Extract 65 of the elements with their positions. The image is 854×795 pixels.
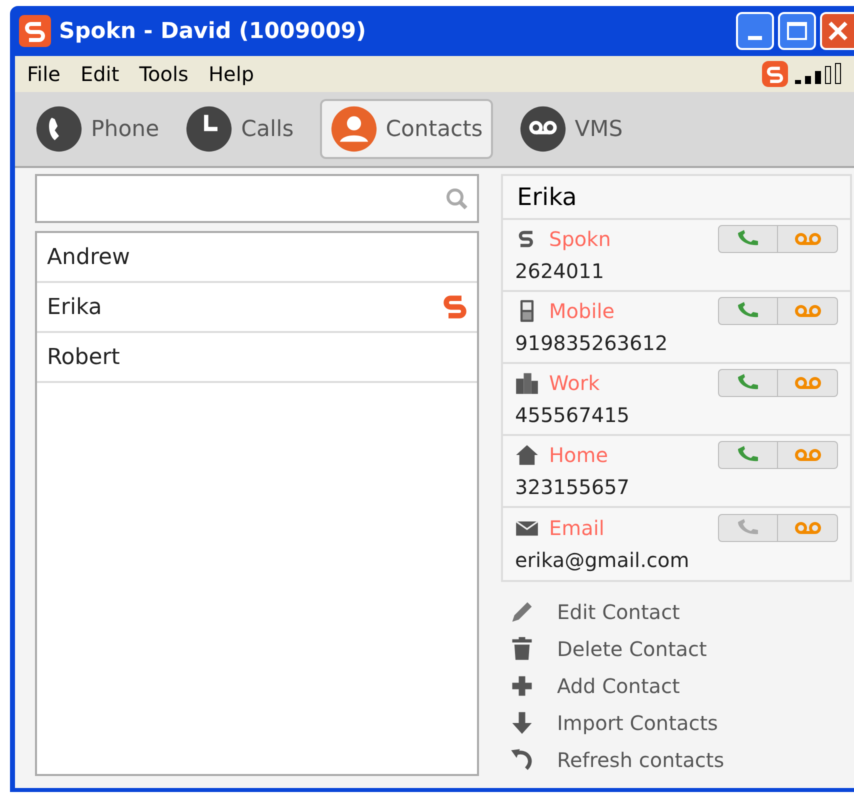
menu-item[interactable]: Help [208, 59, 254, 90]
call-button[interactable] [718, 225, 778, 253]
phone-handset-icon [735, 519, 761, 537]
spokn-logo-icon [443, 294, 467, 320]
contact-list-item[interactable]: Andrew [37, 233, 477, 283]
voicemail-button[interactable] [778, 225, 838, 253]
voicemail-button[interactable] [778, 514, 838, 542]
minimize-button[interactable] [736, 12, 774, 50]
voicemail-icon [794, 304, 822, 318]
search-field[interactable] [35, 174, 479, 223]
signal-strength-icon [794, 63, 842, 86]
phone-handset-icon [35, 105, 83, 154]
tab[interactable]: Contacts [320, 99, 493, 160]
maximize-button[interactable] [778, 12, 816, 50]
entry-label: Email [549, 515, 604, 542]
voicemail-icon [794, 521, 822, 535]
voicemail-button[interactable] [778, 369, 838, 397]
clock-icon [185, 105, 234, 154]
entry-label: Home [549, 442, 608, 469]
contact-list-item[interactable]: Erika [37, 283, 477, 333]
call-button[interactable] [718, 514, 778, 542]
voicemail-icon [518, 105, 567, 154]
window-title: Spokn - David (1009009) [59, 18, 366, 46]
house-icon [515, 443, 539, 467]
tab[interactable]: Phone [35, 99, 160, 160]
action-link[interactable]: Delete Contact [557, 634, 707, 664]
action-link[interactable]: Import Contacts [557, 708, 718, 738]
entry-value: 2624011 [515, 258, 606, 285]
entry-value: 455567415 [515, 402, 631, 429]
undo-arrow-icon [509, 747, 535, 773]
spokn-logo-icon [762, 61, 788, 88]
buildings-icon [515, 371, 539, 395]
entry-label: Spokn [549, 226, 611, 253]
close-button[interactable] [820, 12, 854, 50]
entry-value: 919835263612 [515, 330, 669, 357]
call-button[interactable] [718, 297, 778, 325]
voicemail-icon [794, 232, 822, 246]
person-icon [330, 105, 378, 154]
contact-list-item[interactable]: Robert [37, 333, 477, 383]
voicemail-icon [794, 448, 822, 462]
phone-handset-icon [735, 446, 761, 464]
phone-handset-icon [735, 302, 761, 320]
search-icon [445, 186, 469, 210]
action-link[interactable]: Add Contact [557, 671, 680, 701]
action-link[interactable]: Edit Contact [557, 597, 680, 627]
spokn-logo-icon [19, 15, 51, 47]
menu-item[interactable]: Tools [139, 59, 188, 90]
entry-value: 323155657 [515, 474, 631, 501]
entry-label: Work [549, 370, 600, 397]
voicemail-button[interactable] [778, 441, 838, 469]
call-button[interactable] [718, 369, 778, 397]
tab[interactable]: VMS [518, 99, 623, 160]
tab[interactable]: Calls [185, 99, 294, 160]
entry-value: erika@gmail.com [515, 547, 690, 574]
call-button[interactable] [718, 441, 778, 469]
phone-handset-icon [735, 374, 761, 392]
entry-label: Mobile [549, 298, 615, 325]
voicemail-icon [794, 376, 822, 390]
close-icon [827, 20, 849, 42]
menu-item[interactable]: File [27, 59, 60, 90]
voicemail-button[interactable] [778, 297, 838, 325]
phone-handset-icon [735, 230, 761, 248]
menu-item[interactable]: Edit [80, 59, 120, 90]
action-link[interactable]: Refresh contacts [557, 745, 724, 775]
contact-name: Erika [517, 182, 577, 213]
